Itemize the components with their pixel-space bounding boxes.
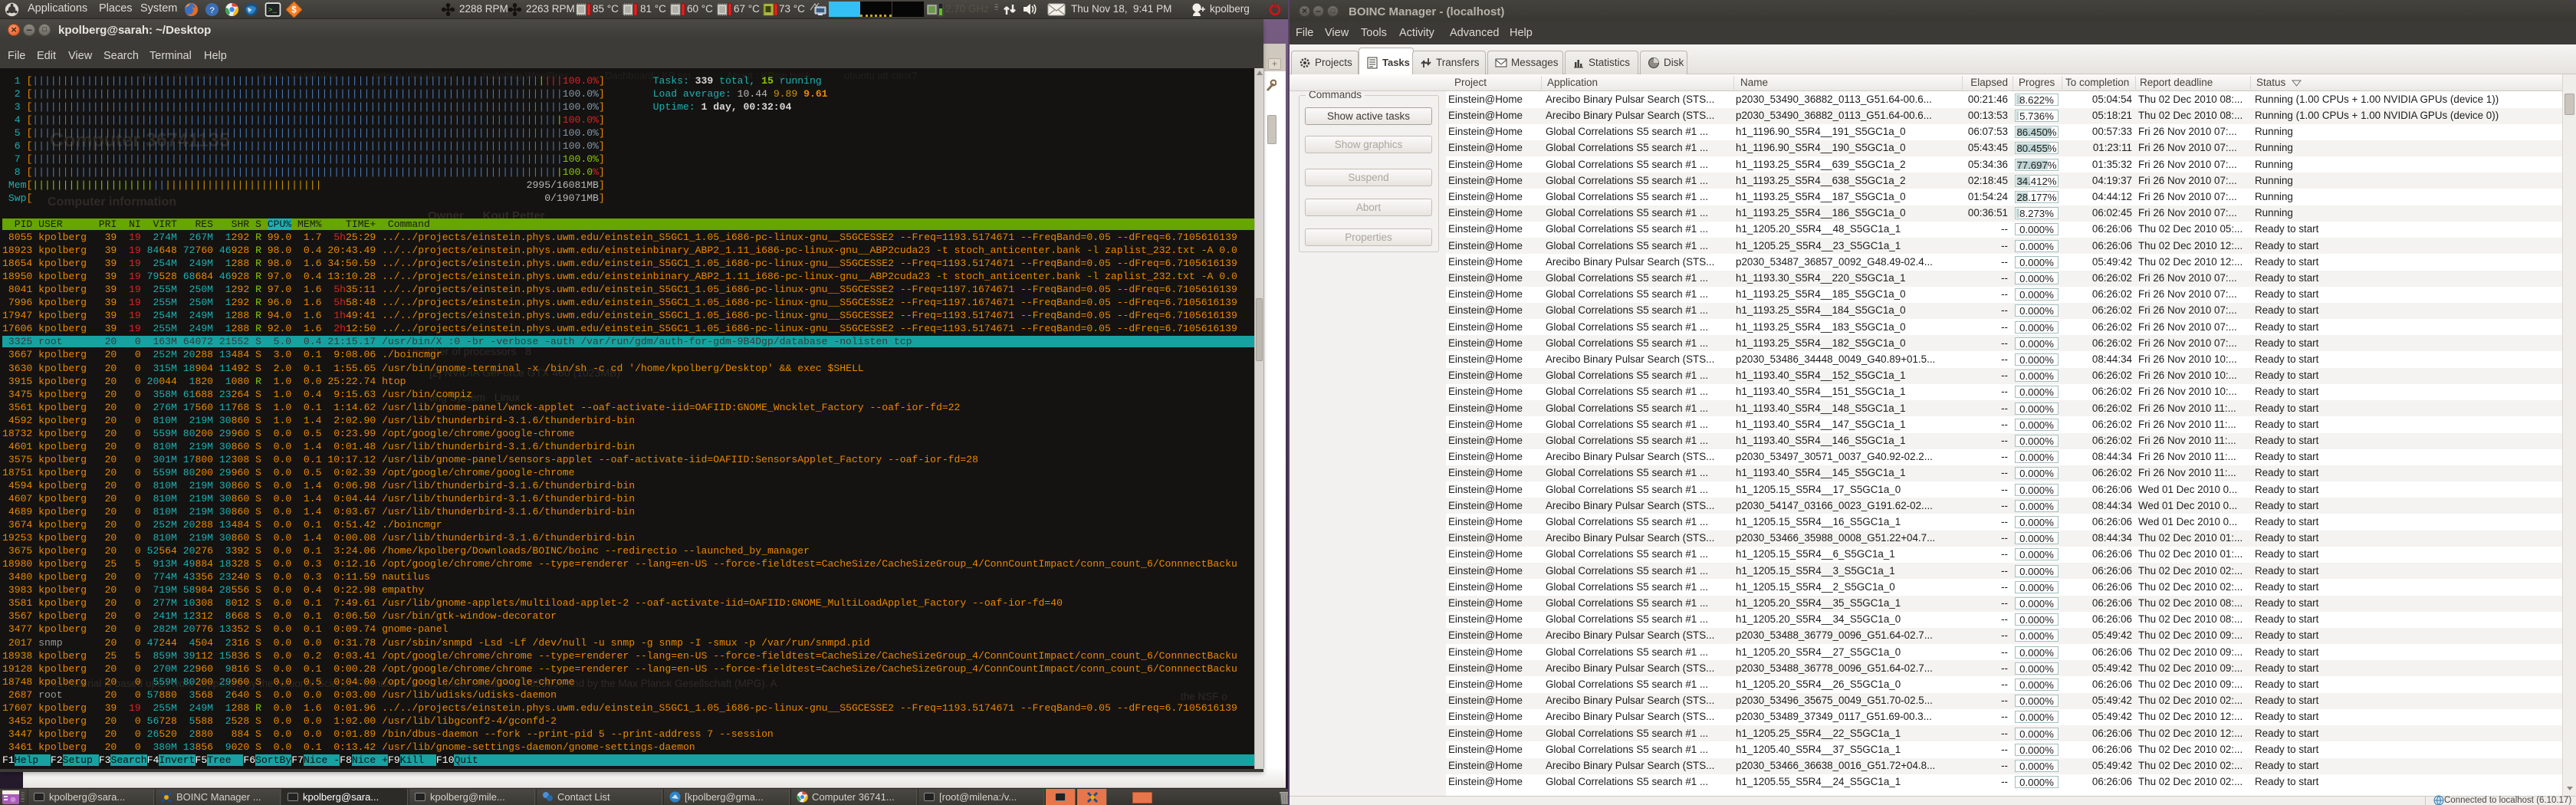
svg-text:>_: >_ xyxy=(268,6,278,15)
svg-text:$: $ xyxy=(291,6,297,15)
svg-text:?: ? xyxy=(209,6,214,15)
